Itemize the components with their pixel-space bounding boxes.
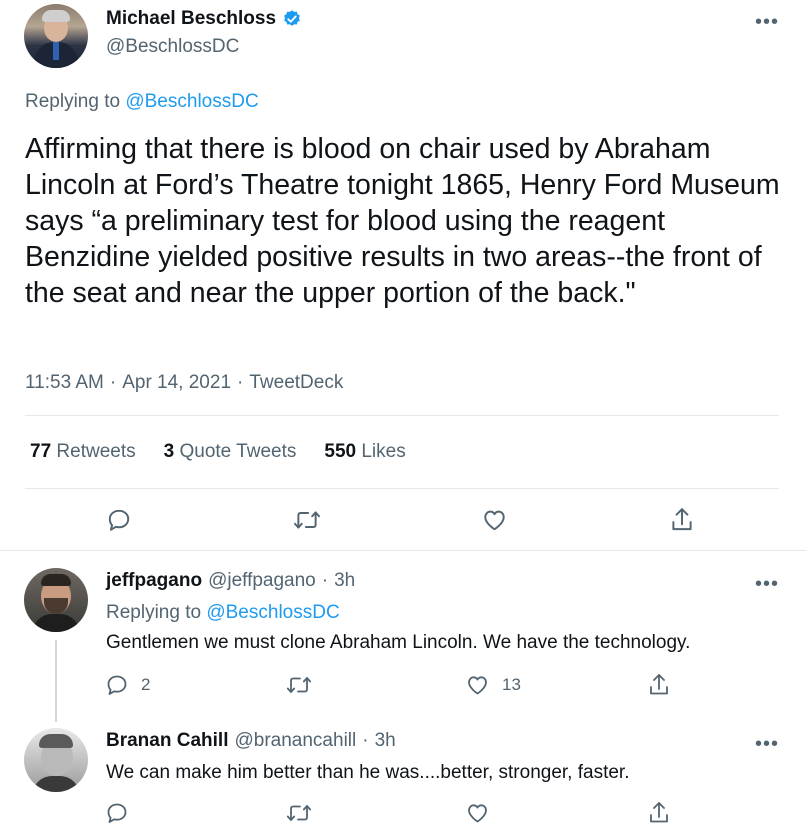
replying-to-link[interactable]: @BeschlossDC: [206, 602, 339, 623]
retweets-count: 77: [30, 441, 52, 462]
more-icon[interactable]: •••: [755, 734, 779, 754]
replying-prefix: Replying to: [106, 602, 202, 623]
reply-author-name[interactable]: jeffpagano: [106, 570, 202, 592]
divider: [25, 415, 779, 416]
reply-text: We can make him better than he was....be…: [106, 762, 630, 783]
likes-stat[interactable]: 550 Likes: [324, 441, 405, 463]
reply-author-avatar[interactable]: [24, 728, 88, 792]
main-tweet-text: Affirming that there is blood on chair u…: [25, 133, 780, 309]
main-author-avatar[interactable]: [24, 4, 88, 68]
reply-icon[interactable]: [105, 673, 129, 697]
verified-badge-icon: [282, 9, 302, 29]
retweet-icon[interactable]: [286, 801, 312, 825]
tweet-timestamp-line: 11:53 AM · Apr 14, 2021 · TweetDeck: [25, 372, 343, 394]
quote-tweets-label: Quote Tweets: [179, 441, 297, 462]
main-author-name[interactable]: Michael Beschloss: [106, 8, 276, 30]
reply-time[interactable]: 3h: [375, 730, 396, 752]
divider: [0, 550, 806, 551]
share-icon[interactable]: [647, 672, 671, 698]
reply-author-avatar[interactable]: [24, 568, 88, 632]
divider: [25, 488, 779, 489]
like-icon[interactable]: [465, 801, 490, 825]
reply-author-handle[interactable]: @branancahill: [234, 730, 356, 752]
main-author-handle[interactable]: @BeschlossDC: [106, 36, 239, 58]
replying-to-line: Replying to @BeschlossDC: [106, 602, 340, 624]
like-action[interactable]: 13: [465, 673, 521, 697]
retweet-action[interactable]: [286, 673, 324, 697]
likes-label: Likes: [361, 441, 406, 462]
separator: ·: [237, 372, 244, 393]
like-count: 13: [502, 675, 521, 694]
tweet-source[interactable]: TweetDeck: [249, 372, 343, 394]
tweet-stats: 77 Retweets 3 Quote Tweets 550 Likes: [30, 441, 406, 463]
reply-icon[interactable]: [105, 801, 129, 825]
retweet-icon[interactable]: [293, 507, 321, 533]
quote-tweets-stat[interactable]: 3 Quote Tweets: [164, 441, 297, 463]
quote-tweets-count: 3: [163, 441, 175, 462]
retweet-icon[interactable]: [286, 673, 312, 697]
reply-count: 2: [141, 675, 151, 694]
share-icon[interactable]: [669, 506, 695, 534]
separator: ·: [362, 730, 369, 751]
replying-prefix: Replying to: [25, 91, 121, 112]
more-icon[interactable]: •••: [755, 12, 779, 32]
share-icon[interactable]: [647, 800, 671, 826]
reply-icon[interactable]: [106, 507, 132, 533]
like-icon[interactable]: [481, 507, 508, 533]
replying-to-link[interactable]: @BeschlossDC: [125, 91, 258, 112]
reply-time[interactable]: 3h: [334, 570, 355, 592]
retweets-label: Retweets: [56, 441, 136, 462]
reply-author-name[interactable]: Branan Cahill: [106, 730, 228, 752]
tweet-time[interactable]: 11:53 AM: [25, 372, 104, 394]
reply-text: Gentlemen we must clone Abraham Lincoln.…: [106, 632, 691, 653]
thread-line: [55, 640, 57, 722]
tweet-date[interactable]: Apr 14, 2021: [122, 372, 231, 394]
reply-author-handle[interactable]: @jeffpagano: [208, 570, 316, 592]
replying-to-line: Replying to @BeschlossDC: [25, 91, 259, 113]
reply-action[interactable]: 2: [105, 673, 150, 697]
separator: ·: [321, 570, 329, 591]
separator: ·: [109, 372, 117, 393]
retweets-stat[interactable]: 77 Retweets: [30, 441, 136, 463]
like-icon[interactable]: [465, 673, 490, 697]
more-icon[interactable]: •••: [755, 574, 779, 594]
likes-count: 550: [324, 441, 357, 462]
